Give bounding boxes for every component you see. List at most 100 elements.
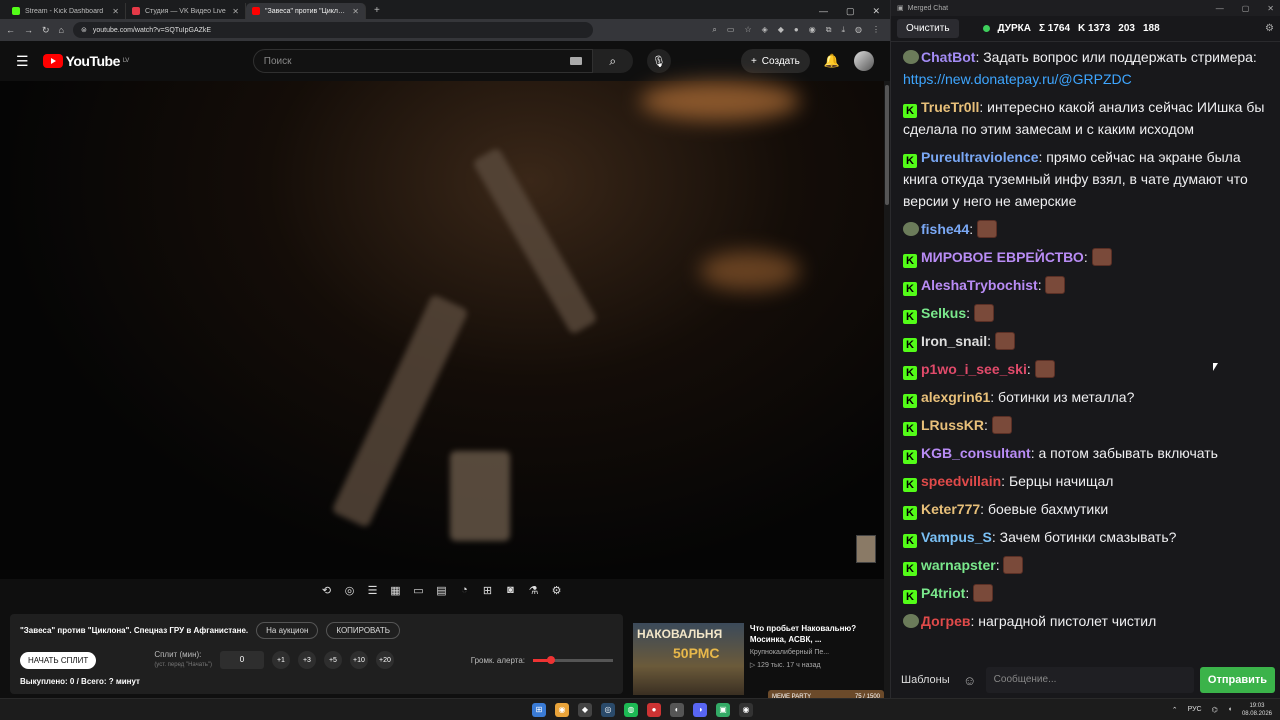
scrollbar-thumb[interactable] [885,85,889,205]
chat-username[interactable]: МИРОВОЕ ЕВРЕЙСТВО [921,249,1084,265]
start-split-button[interactable]: НАЧАТЬ СПЛИТ [20,651,97,669]
recommended-title[interactable]: Что пробьет Наковальню? Мосинка, АСВК, .… [750,623,883,645]
emoji-icon[interactable]: ☺ [960,669,980,691]
minimize-icon[interactable]: — [819,3,828,19]
keyboard-icon[interactable] [569,57,582,65]
app-icon[interactable]: ▣ [716,702,730,717]
hamburger-menu-icon[interactable]: ☰ [16,53,29,70]
clear-button[interactable]: Очистить [897,19,959,38]
video-player[interactable] [0,81,884,579]
profile-icon[interactable]: ◍ [855,25,862,35]
more-menu-icon[interactable]: ⋮ [872,25,880,35]
maximize-icon[interactable]: ▢ [1242,4,1250,13]
chrome-icon[interactable]: ◉ [555,702,569,717]
chat-username[interactable]: TrueTr0ll [921,99,979,115]
playlist-icon[interactable]: ☰ [364,584,381,597]
chat-username[interactable]: ChatBot [921,49,975,65]
close-window-icon[interactable]: ✕ [1267,4,1274,13]
send-button[interactable]: Отправить [1199,667,1275,693]
new-tab-button[interactable]: + [366,3,388,19]
maximize-icon[interactable]: ▢ [846,3,855,19]
templates-button[interactable]: Шаблоны [897,674,954,686]
chat-username[interactable]: Iron_snail [921,333,987,349]
extension-icon[interactable]: ● [794,25,799,35]
clock[interactable]: 19:03 08.08.2026 [1242,702,1272,718]
increment-button[interactable]: +10 [349,651,368,669]
chat-username[interactable]: p1wo_i_see_ski [921,361,1027,377]
chat-username[interactable]: Selkus [921,305,966,321]
copy-button[interactable]: КОПИРОВАТЬ [326,622,400,639]
home-icon[interactable]: ⌂ [59,25,64,35]
tab-vk-studio[interactable]: Студия — VK Видео Live ✕ [126,3,246,19]
settings-gear-icon[interactable]: ⚙ [1265,23,1274,34]
notifications-bell-icon[interactable]: 🔔 [824,53,840,69]
back-icon[interactable]: ← [6,25,15,35]
extension-icon[interactable]: ◉ [809,25,816,35]
voice-search-button[interactable]: 🎙 [646,49,671,73]
chat-username[interactable]: LRussKR [921,417,984,433]
puzzle-icon[interactable]: ⧉ [826,25,832,35]
close-tab-icon[interactable]: ✕ [232,7,239,16]
subtitles-icon[interactable]: ▤ [433,584,450,597]
chat-username[interactable]: warnapster [921,557,996,573]
windows-start-icon[interactable]: ⊞ [532,702,546,717]
settings-gear-icon[interactable]: ⚙ [548,584,565,597]
discord-icon[interactable]: ◑ [693,702,707,717]
spotify-icon[interactable]: ◍ [624,702,638,717]
chat-username[interactable]: fishe44 [921,221,969,237]
close-tab-icon[interactable]: ✕ [112,7,119,16]
obs-icon[interactable]: ◉ [739,702,753,717]
app-icon[interactable]: ● [647,702,661,717]
language-indicator[interactable]: РУС [1188,706,1202,713]
chat-username[interactable]: AleshaTrybochist [921,277,1038,293]
chat-messages[interactable]: ChatBot: Задать вопрос или поддержать ст… [891,44,1280,660]
extension-icon[interactable]: ◆ [778,25,784,35]
loop-icon[interactable]: ⟲ [318,584,335,597]
video-thumbnail-preview[interactable] [856,535,876,563]
clapper-icon[interactable]: ▦ [387,584,404,597]
close-window-icon[interactable]: ✕ [872,3,880,19]
tab-kick-dashboard[interactable]: Stream - Kick Dashboard ✕ [6,3,126,19]
chat-link[interactable]: https://new.donatepay.ru/@GRPZDC [903,71,1132,87]
chat-username[interactable]: Pureultraviolence [921,149,1039,165]
increment-button[interactable]: +3 [297,651,316,669]
search-button[interactable]: ⌕ [592,49,633,73]
downloads-icon[interactable]: ⤓ [841,25,845,35]
network-icon[interactable]: ⌬ [1212,706,1218,714]
add-icon[interactable]: ⊞ [479,584,496,597]
screen-icon[interactable]: ▭ [410,584,427,597]
message-input[interactable]: Сообщение... [985,667,1194,693]
tray-chevron-icon[interactable]: ⌃ [1172,706,1178,714]
avatar[interactable] [854,51,874,71]
chat-username[interactable]: Keter777 [921,501,980,517]
volume-icon[interactable]: ◖ [1228,706,1232,713]
extension-icon[interactable]: ◈ [762,25,768,35]
search-input[interactable]: Поиск [252,49,593,73]
chat-username[interactable]: KGB_consultant [921,445,1031,461]
slider-knob[interactable] [547,655,556,664]
broadcast-icon[interactable]: ◎ [341,584,358,597]
chat-username[interactable]: alexgrin61 [921,389,990,405]
cast-icon[interactable]: ▭ [727,25,735,35]
split-minutes-input[interactable]: 0 [219,651,264,669]
chat-username[interactable]: speedvillain [921,473,1001,489]
increment-button[interactable]: +1 [271,651,290,669]
reload-icon[interactable]: ↻ [42,25,50,36]
tab-youtube-video[interactable]: "Завеса" против "Циклона" ✕ [246,3,366,19]
speed-icon[interactable]: ◔ [456,584,473,597]
chat-username[interactable]: Догрев [921,613,970,629]
recommended-thumbnail[interactable]: НАКОВАЛЬНЯ 50РМС [633,623,744,695]
app-icon[interactable]: ◐ [670,702,684,717]
increment-button[interactable]: +5 [323,651,342,669]
bookmark-star-icon[interactable]: ☆ [744,25,751,35]
forward-icon[interactable]: → [24,25,33,35]
minimize-icon[interactable]: — [1216,4,1224,13]
alert-volume-slider[interactable] [533,655,613,664]
create-button[interactable]: + Создать [740,49,810,73]
site-info-icon[interactable]: ⊜ [81,26,87,34]
url-field[interactable]: ⊜ youtube.com/watch?v=SQTuIpGAZkE [72,22,593,38]
camera-icon[interactable]: ◙ [502,584,519,597]
recommended-video[interactable]: НАКОВАЛЬНЯ 50РМС Что пробьет Наковальню?… [633,623,883,695]
auction-button[interactable]: На аукцион [256,622,319,639]
flask-icon[interactable]: ⚗ [525,584,542,597]
